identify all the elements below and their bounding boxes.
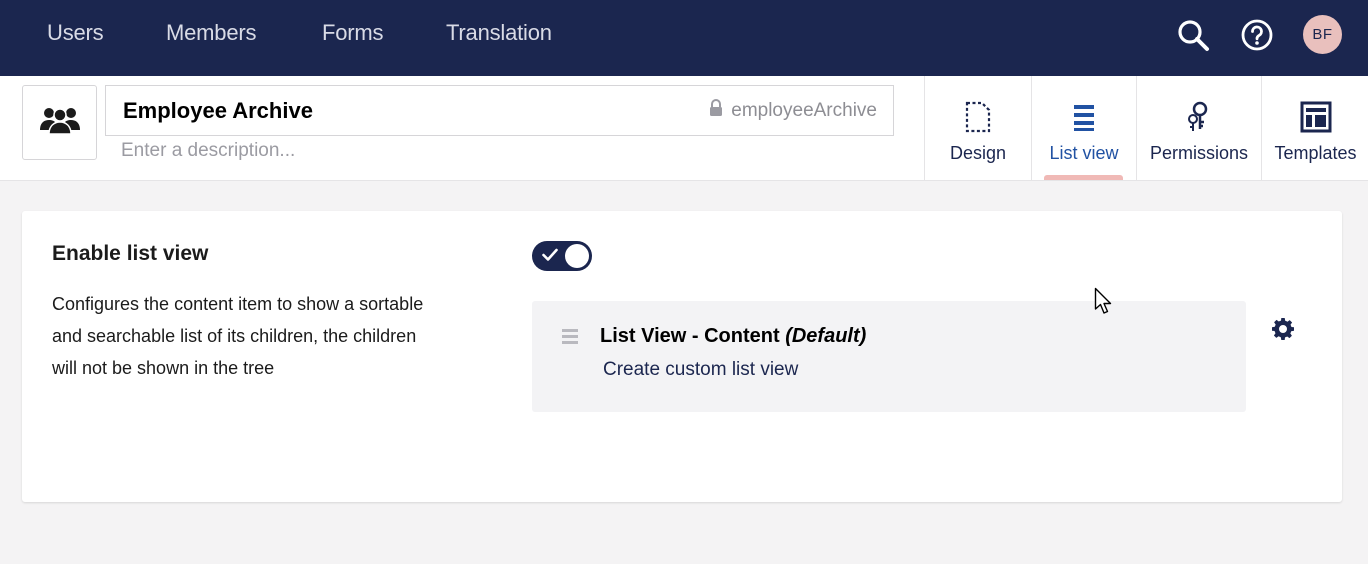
gear-icon[interactable] bbox=[1271, 317, 1295, 341]
alias-value: employeeArchive bbox=[731, 100, 877, 121]
tab-templates-label: Templates bbox=[1274, 143, 1357, 163]
nav-translation[interactable]: Translation bbox=[446, 20, 552, 46]
nav-users[interactable]: Users bbox=[47, 20, 104, 46]
list-view-name-text: List View - Content bbox=[600, 325, 780, 347]
document-type-header: Employee Archive employeeArchive Enter a… bbox=[0, 76, 1368, 181]
tab-list-view-label: List view bbox=[1049, 143, 1119, 163]
list-view-default-suffix: (Default) bbox=[785, 325, 867, 347]
alias-field[interactable]: employeeArchive bbox=[709, 99, 877, 123]
keys-icon bbox=[1182, 100, 1216, 134]
tab-templates[interactable]: Templates bbox=[1261, 76, 1368, 180]
content-type-icon-picker[interactable] bbox=[22, 85, 97, 160]
toggle-knob bbox=[565, 244, 589, 268]
tab-permissions-label: Permissions bbox=[1149, 143, 1249, 163]
users-group-icon bbox=[39, 104, 81, 141]
list-icon bbox=[1067, 100, 1101, 134]
create-custom-list-view-link[interactable]: Create custom list view bbox=[603, 359, 798, 381]
tab-design[interactable]: Design bbox=[924, 76, 1031, 180]
document-dashed-icon bbox=[961, 100, 995, 134]
list-view-card: List View - Content (Default) Create cus… bbox=[532, 301, 1246, 412]
nav-members[interactable]: Members bbox=[166, 20, 256, 46]
tab-design-label: Design bbox=[949, 143, 1007, 163]
help-icon[interactable] bbox=[1240, 18, 1274, 52]
mouse-cursor-icon bbox=[1094, 287, 1114, 322]
search-icon[interactable] bbox=[1176, 18, 1210, 52]
name-input[interactable]: Employee Archive employeeArchive bbox=[105, 85, 894, 136]
property-title: Enable list view bbox=[52, 242, 209, 265]
drag-handle-icon[interactable] bbox=[562, 329, 578, 347]
layout-icon bbox=[1299, 100, 1333, 134]
check-icon bbox=[542, 248, 558, 267]
user-avatar[interactable]: BF bbox=[1303, 15, 1342, 54]
editor-tabs: Design List view Permissions Templates bbox=[924, 76, 1368, 180]
tab-permissions[interactable]: Permissions bbox=[1136, 76, 1261, 180]
description-input[interactable]: Enter a description... bbox=[121, 140, 295, 162]
active-tab-indicator bbox=[1044, 175, 1123, 180]
property-description: Configures the content item to show a so… bbox=[52, 294, 424, 378]
list-view-name: List View - Content (Default) bbox=[600, 325, 866, 348]
enable-list-view-toggle[interactable] bbox=[532, 241, 592, 271]
name-value: Employee Archive bbox=[123, 98, 313, 123]
lock-icon[interactable] bbox=[709, 99, 723, 123]
top-navigation: Users Members Forms Translation BF bbox=[0, 0, 1368, 76]
nav-forms[interactable]: Forms bbox=[322, 20, 384, 46]
list-view-settings-panel: Enable list view Configures the content … bbox=[22, 211, 1342, 502]
tab-list-view[interactable]: List view bbox=[1031, 76, 1136, 180]
